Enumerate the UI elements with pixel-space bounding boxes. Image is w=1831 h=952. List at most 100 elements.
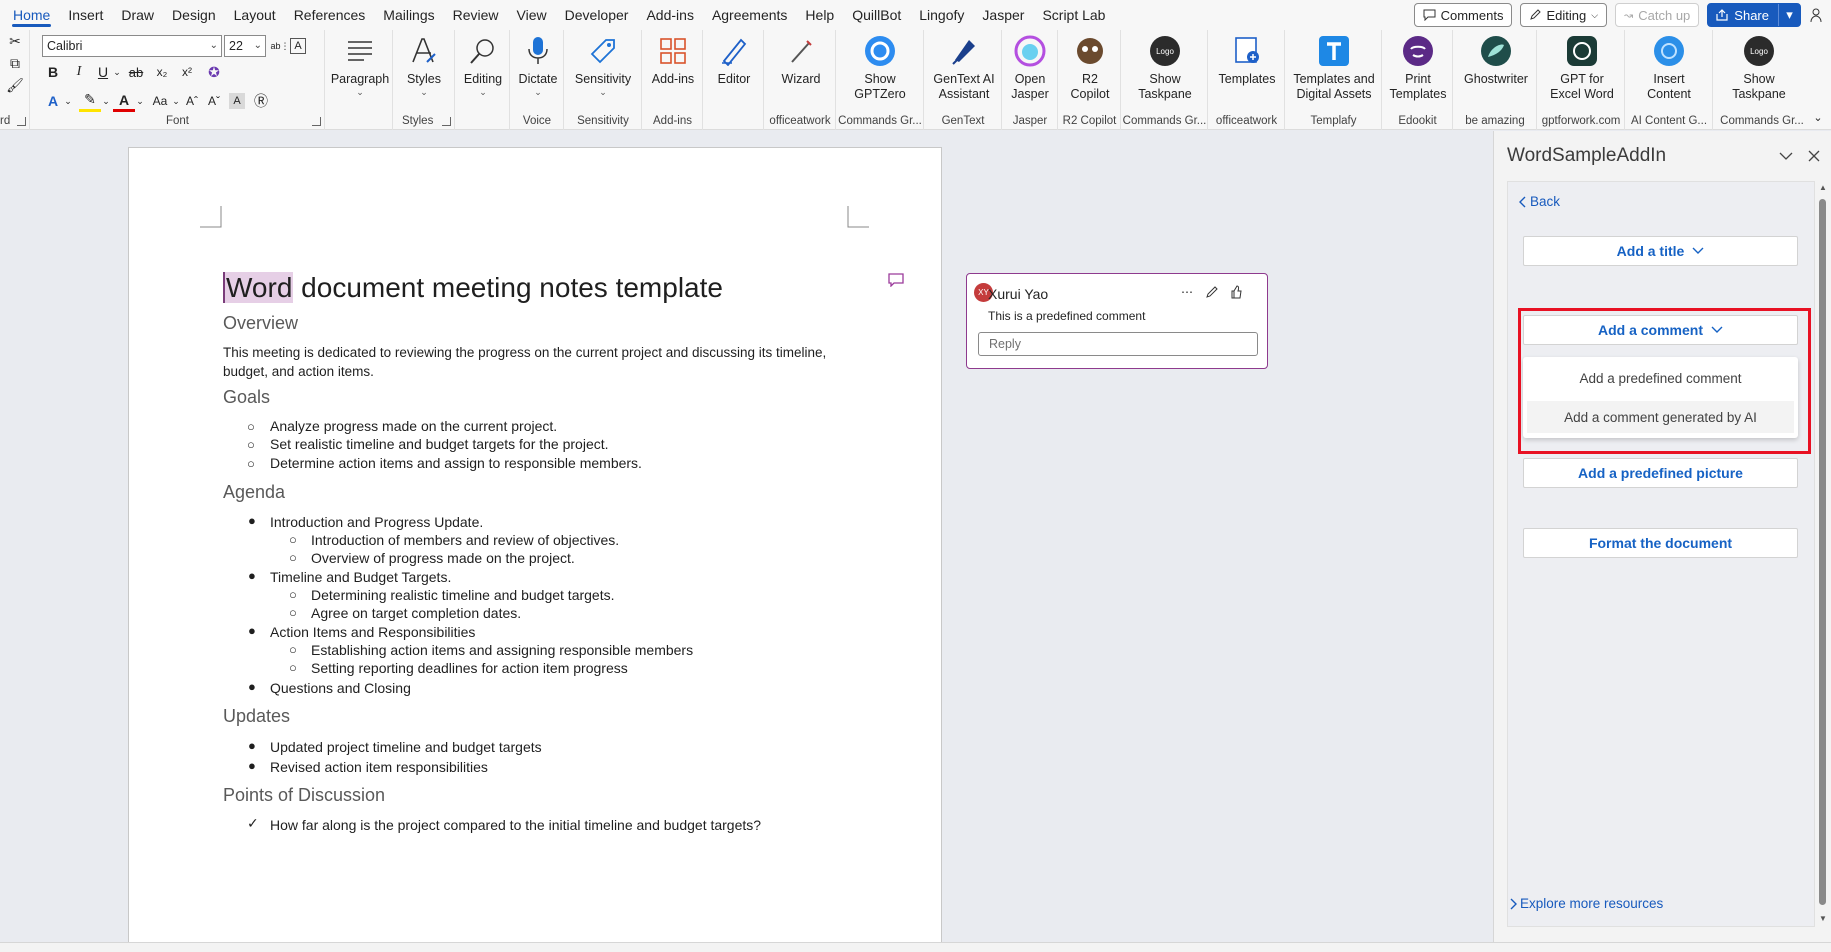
fountain-pen-icon [947,34,981,68]
editing-mode-button[interactable]: Editing ⌵ [1520,3,1608,27]
font-name-select[interactable]: Calibri ⌄ [42,35,222,57]
tab-insert[interactable]: Insert [59,0,112,30]
chevron-down-icon: ⌄ [420,87,428,97]
shrink-font-icon[interactable]: Aˇ [203,90,225,112]
superscript-icon[interactable]: x² [176,61,198,83]
tab-quillbot[interactable]: QuillBot [843,0,910,30]
edit-icon[interactable] [1203,283,1221,301]
change-case-icon[interactable]: ab⋮ [269,35,291,57]
tab-jasper[interactable]: Jasper [973,0,1033,30]
comment-card[interactable]: XY Xurui Yao This is a predefined commen… [966,273,1268,369]
ghostwriter-icon [1479,34,1513,68]
explore-more-link[interactable]: Explore more resources [1510,896,1663,911]
scroll-down-icon[interactable]: ▼ [1819,914,1827,923]
share-dropdown-icon[interactable]: ▾ [1778,4,1800,26]
show-gptzero-button[interactable]: Show GPTZero [849,34,911,102]
chevron-down-icon[interactable]: ⌄ [129,90,151,112]
list-item: Establishing action items and assigning … [311,642,694,658]
subscript-icon[interactable]: x₂ [151,61,173,83]
font-launcher-icon[interactable] [312,117,321,126]
chevron-down-icon[interactable] [1779,150,1793,162]
open-jasper-button[interactable]: Open Jasper [1006,34,1054,102]
paragraph-button[interactable]: Paragraph ⌄ [331,34,389,97]
grow-font-icon[interactable]: Aˆ [181,90,203,112]
bold-icon[interactable]: B [42,61,64,83]
document-title[interactable]: Word document meeting notes template [223,272,723,304]
share-button[interactable]: Share ▾ [1707,3,1801,27]
tab-design[interactable]: Design [163,0,225,30]
scrollbar-thumb[interactable] [1819,199,1826,905]
sensitivity-button[interactable]: Sensitivity ⌄ [569,34,637,97]
bullet-circle: ○ [247,456,255,471]
gentext-button[interactable]: GenText AI Assistant [929,34,999,102]
addins-button[interactable]: Add-ins [647,34,699,87]
strikethrough-icon[interactable]: ab [125,61,147,83]
close-icon[interactable] [1807,149,1821,163]
tab-lingofy[interactable]: Lingofy [910,0,973,30]
commands-group-2: Logo Show Taskpane Commands Gr... [1122,30,1208,130]
ghostwriter-button[interactable]: Ghostwriter [1460,34,1532,87]
comment-marker-icon[interactable] [888,273,904,287]
character-shading-icon[interactable]: A [229,93,245,109]
tab-addins[interactable]: Add-ins [637,0,702,30]
styles-button[interactable]: Styles ⌄ [400,34,448,97]
dictate-button[interactable]: Dictate ⌄ [514,34,562,97]
styles-icon [407,34,441,68]
wizard-button[interactable]: Wizard [773,34,829,87]
format-document-button[interactable]: Format the document [1523,528,1798,558]
tab-home[interactable]: Home [4,0,59,30]
add-title-button[interactable]: Add a title [1523,236,1798,266]
templates-digital-assets-button[interactable]: Templates and Digital Assets [1290,34,1378,102]
commands-group-3-label: Commands Gr... [1720,115,1804,127]
format-painter-icon[interactable]: 🖌 [4,74,26,96]
italic-icon[interactable]: I [68,61,90,83]
copy-icon[interactable]: ⧉ [4,52,26,74]
tab-mailings[interactable]: Mailings [374,0,443,30]
back-link[interactable]: Back [1518,194,1560,209]
comments-button[interactable]: Comments [1413,3,1513,27]
bullet-circle: ○ [289,532,297,547]
enclose-characters-icon[interactable]: Ⓡ [250,90,272,112]
styles-launcher-icon[interactable] [442,117,451,126]
tab-layout[interactable]: Layout [225,0,285,30]
chevron-down-icon[interactable]: ⌄ [57,90,79,112]
tab-help[interactable]: Help [796,0,843,30]
catch-up-button[interactable]: ↝ Catch up [1615,3,1700,27]
clear-format-icon[interactable]: A [290,38,306,54]
ribbon-collapse-icon[interactable]: ⌄ [1807,106,1829,128]
scroll-up-icon[interactable]: ▲ [1819,183,1827,192]
bullet-dot: ● [248,568,256,583]
show-taskpane-button[interactable]: Logo Show Taskpane [1134,34,1196,102]
tab-developer[interactable]: Developer [556,0,638,30]
text-effects-icon[interactable]: ✪ [203,61,225,83]
like-icon[interactable] [1227,283,1245,301]
more-options-icon[interactable]: ⋯ [1178,283,1196,301]
reply-input[interactable]: Reply [978,332,1258,356]
document-page[interactable]: Word document meeting notes template Ove… [128,147,942,942]
selected-word[interactable]: Word [223,272,294,303]
insert-content-button[interactable]: Insert Content [1636,34,1702,102]
print-templates-button[interactable]: Print Templates [1389,34,1447,102]
editor-button[interactable]: Editor [708,34,760,87]
tab-review[interactable]: Review [444,0,508,30]
font-size-select[interactable]: 22 ⌄ [224,35,266,57]
ai-content-group-label: AI Content G... [1630,115,1708,127]
print-templates-label-2: Templates [1389,87,1447,101]
tab-view[interactable]: View [508,0,556,30]
gpt-excel-word-button[interactable]: GPT for Excel Word [1546,34,1618,102]
tab-draw[interactable]: Draw [112,0,163,30]
gentext-label-1: GenText AI [933,72,995,86]
paragraph-group: Paragraph ⌄ [326,30,393,130]
templates-button[interactable]: Templates [1217,34,1277,87]
show-taskpane-2-button[interactable]: Logo Show Taskpane [1728,34,1790,102]
person-icon[interactable] [1809,7,1825,23]
add-picture-button[interactable]: Add a predefined picture [1523,458,1798,488]
tab-agreements[interactable]: Agreements [703,0,796,30]
editing-button[interactable]: Editing ⌄ [459,34,507,97]
tab-references[interactable]: References [285,0,375,30]
tab-script-lab[interactable]: Script Lab [1033,0,1114,30]
task-pane-scrollbar[interactable]: ▲ ▼ [1817,181,1828,927]
cut-icon[interactable]: ✂ [4,30,26,52]
r2-copilot-button[interactable]: R2 Copilot [1065,34,1115,102]
clipboard-launcher-icon[interactable] [17,117,26,126]
